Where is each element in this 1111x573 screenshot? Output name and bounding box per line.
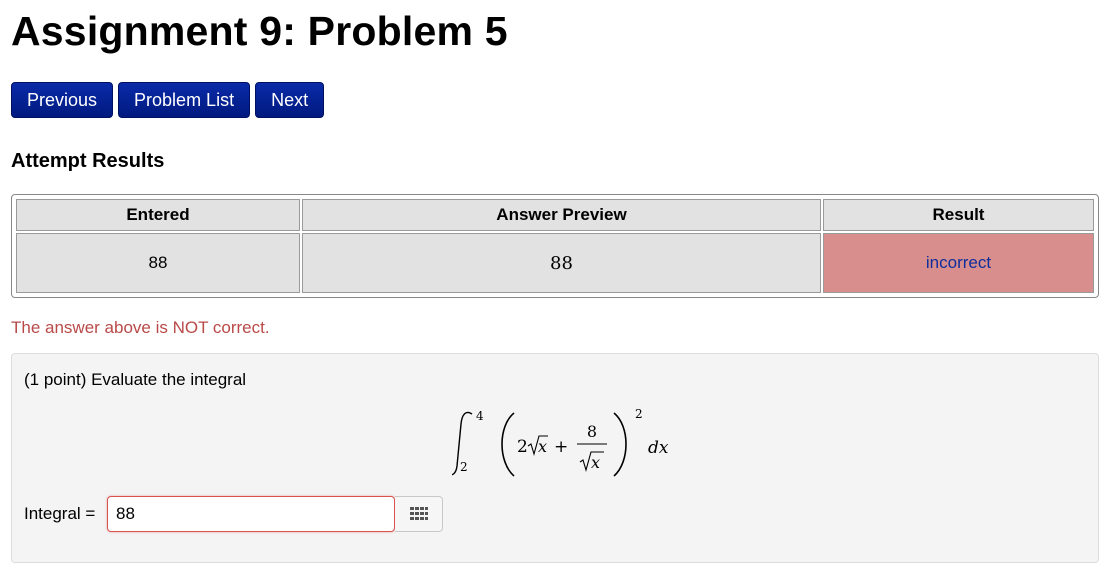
differential: dx	[648, 438, 669, 458]
attempt-results-heading: Attempt Results	[11, 150, 165, 172]
problem-statement: (1 point) Evaluate the integral	[24, 370, 247, 389]
grid-icon	[409, 507, 428, 520]
right-paren	[613, 412, 627, 477]
denominator-radicand: x	[591, 453, 600, 472]
equation-palette-button[interactable]	[395, 496, 443, 532]
result-cell: incorrect	[823, 233, 1094, 293]
fraction-numerator: 8	[587, 422, 597, 441]
exponent: 2	[635, 407, 643, 421]
attempt-results-table: Entered Answer Preview Result 88 88 inco…	[11, 194, 1099, 298]
result-column-header: Result	[823, 199, 1094, 231]
problem-nav: Previous Problem List Next	[11, 82, 325, 118]
next-button[interactable]: Next	[255, 82, 325, 118]
previous-button[interactable]: Previous	[11, 82, 114, 118]
entered-column-header: Entered	[16, 199, 300, 231]
problem-list-button[interactable]: Problem List	[118, 82, 251, 118]
table-row: 88 88 incorrect	[16, 233, 1094, 293]
radicand: x	[538, 437, 547, 456]
integral-expression: 4 2 2 x + 8 x 2 dx	[452, 407, 669, 477]
integral-upper-limit: 4	[476, 409, 484, 423]
table-header-row: Entered Answer Preview Result	[16, 199, 1094, 231]
integral-lower-limit: 2	[460, 460, 468, 474]
left-paren	[501, 412, 515, 477]
page-title: Assignment 9: Problem 5	[11, 8, 508, 54]
answer-label: Integral =	[24, 504, 96, 523]
answer-preview-cell: 88	[302, 233, 821, 293]
entered-cell: 88	[16, 233, 300, 293]
incorrect-message: The answer above is NOT correct.	[11, 318, 270, 337]
integral-answer-input[interactable]	[107, 496, 395, 532]
problem-panel: (1 point) Evaluate the integral 4 2 2 x …	[11, 353, 1099, 563]
plus-sign: +	[554, 437, 568, 457]
coefficient: 2	[517, 437, 528, 457]
answer-preview-column-header: Answer Preview	[302, 199, 821, 231]
